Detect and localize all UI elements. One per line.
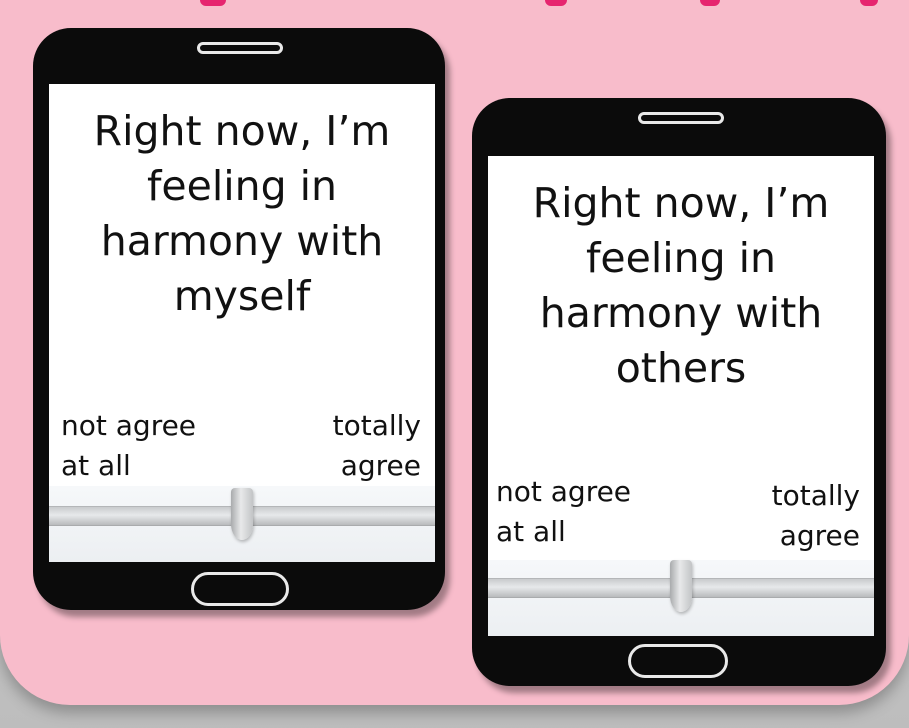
- title-stroke: [860, 0, 878, 6]
- home-button[interactable]: [628, 644, 728, 678]
- speaker-icon: [638, 112, 724, 124]
- agreement-slider[interactable]: [49, 486, 435, 562]
- agreement-slider[interactable]: [488, 560, 874, 636]
- scale-high-label: totally agree: [332, 409, 421, 482]
- scale-low-label: not agree at all: [496, 475, 632, 548]
- home-button[interactable]: [191, 572, 289, 606]
- phone-myself: Right now, I’m feeling in harmony with m…: [33, 28, 445, 610]
- slider-thumb[interactable]: [231, 488, 253, 540]
- phone-screen: Right now, I’m feeling in harmony with o…: [488, 156, 874, 636]
- title-stroke: [200, 0, 226, 6]
- speaker-icon: [197, 42, 283, 54]
- cropped-title-strokes: [0, 0, 909, 10]
- slider-thumb[interactable]: [670, 560, 692, 612]
- scale-high-label: totally agree: [771, 479, 860, 552]
- scale-low-label: not agree at all: [61, 409, 197, 482]
- question-text: Right now, I’m feeling in harmony with o…: [532, 179, 830, 392]
- question-text: Right now, I’m feeling in harmony with m…: [93, 107, 391, 320]
- title-stroke: [700, 0, 720, 6]
- phone-others: Right now, I’m feeling in harmony with o…: [472, 98, 886, 686]
- phone-screen: Right now, I’m feeling in harmony with m…: [49, 84, 435, 562]
- title-stroke: [545, 0, 567, 6]
- slide-canvas: Right now, I’m feeling in harmony with m…: [0, 0, 909, 728]
